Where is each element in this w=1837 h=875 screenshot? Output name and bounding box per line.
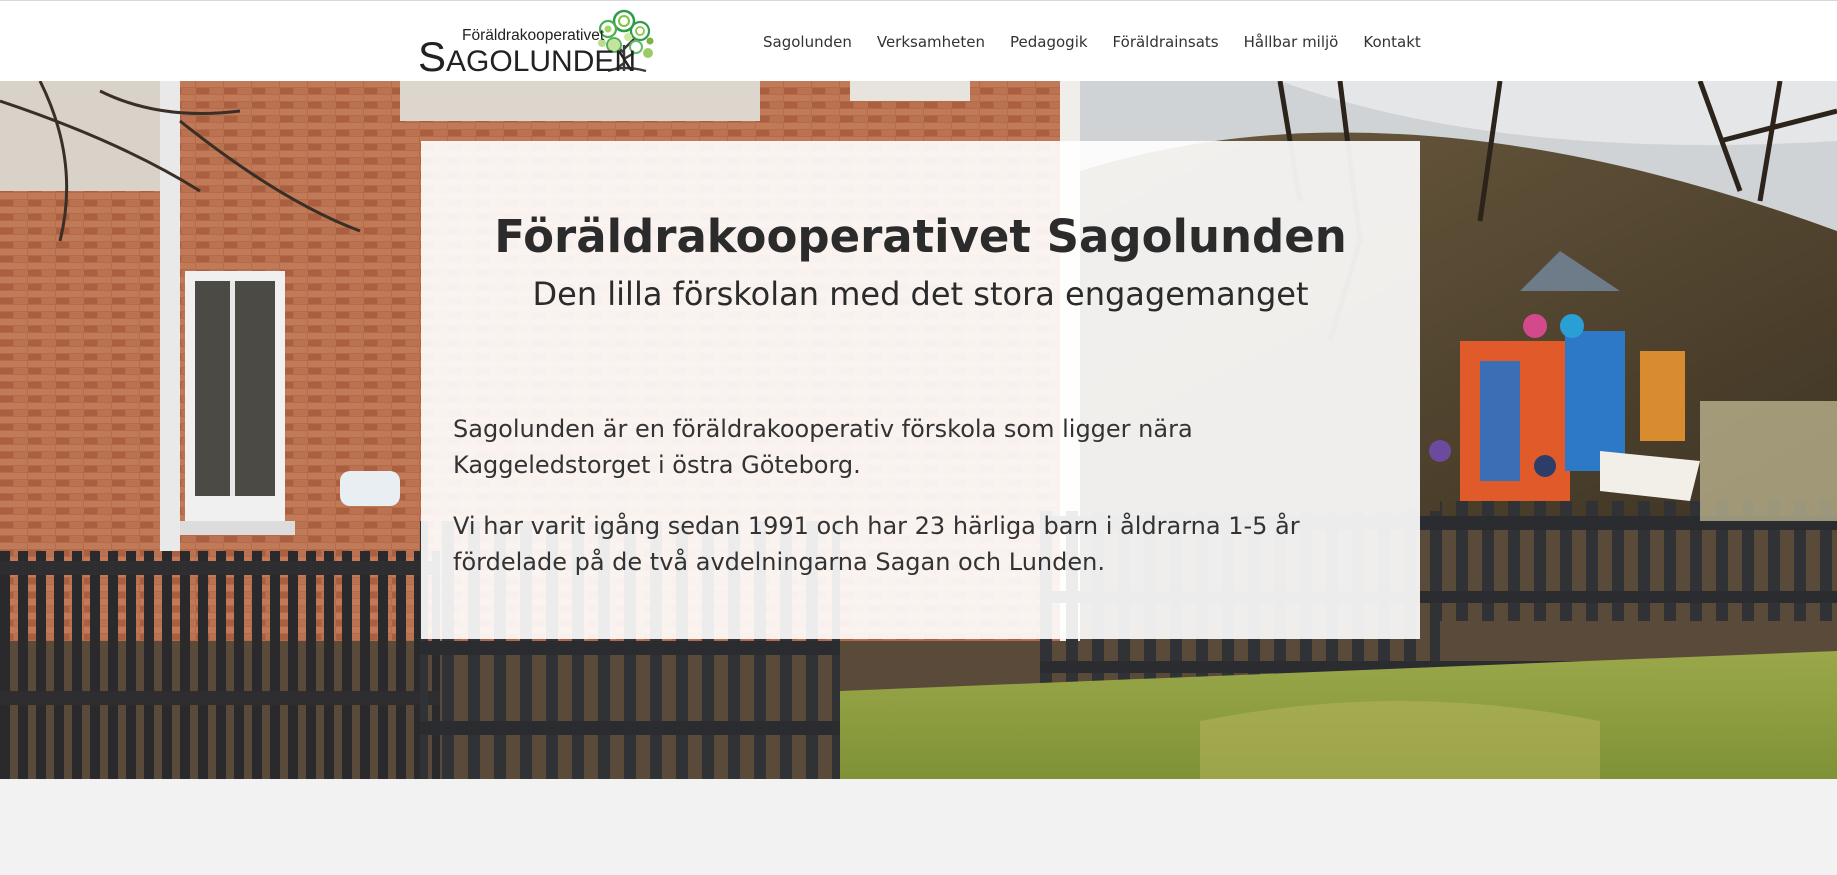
nav-item-sagolunden[interactable]: Sagolunden	[763, 32, 852, 52]
nav-item-hallbar-miljo[interactable]: Hållbar miljö	[1244, 32, 1339, 52]
logo-big-text: SAGOLUNDEN	[418, 36, 637, 80]
nav-item-verksamheten[interactable]: Verksamheten	[877, 32, 985, 52]
site-logo[interactable]: Föräldrakooperativet SAGOLUNDEN	[418, 9, 658, 78]
logo-big-rest: AGOLUNDEN	[446, 45, 637, 78]
main-nav: Sagolunden Verksamheten Pedagogik Föräld…	[763, 32, 1421, 52]
intro-card: Föräldrakooperativet Sagolunden Den lill…	[421, 141, 1420, 639]
hero-title: Föräldrakooperativet Sagolunden	[494, 210, 1347, 263]
logo-big-initial: S	[418, 33, 447, 80]
nav-item-pedagogik[interactable]: Pedagogik	[1010, 32, 1088, 52]
site-header: Föräldrakooperativet SAGOLUNDEN Sagolund…	[0, 1, 1837, 81]
hero-subtitle: Den lilla förskolan med det stora engage…	[532, 275, 1309, 313]
nav-item-kontakt[interactable]: Kontakt	[1363, 32, 1420, 52]
hero-section: Föräldrakooperativet Sagolunden Den lill…	[0, 81, 1837, 779]
intro-paragraph-1: Sagolunden är en föräldrakooperativ förs…	[453, 415, 1193, 479]
nav-item-foraldrainsats[interactable]: Föräldrainsats	[1113, 32, 1219, 52]
intro-paragraph-2: Vi har varit igång sedan 1991 och har 23…	[453, 512, 1300, 576]
